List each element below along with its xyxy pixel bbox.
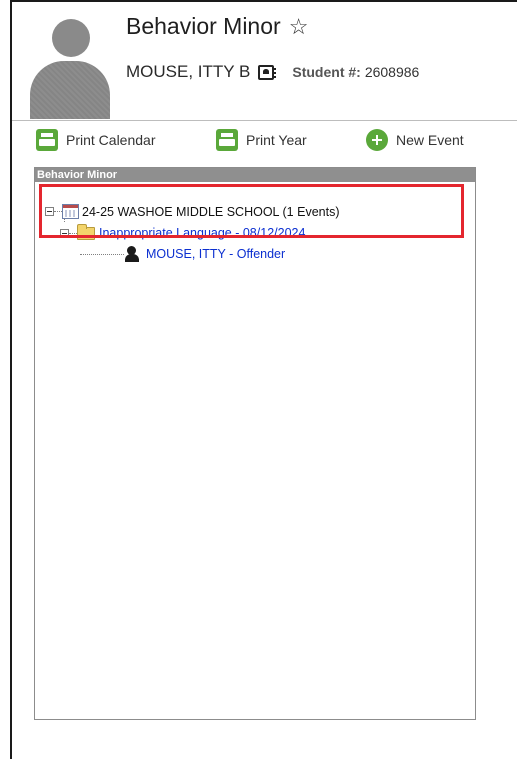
avatar-head [52, 19, 90, 57]
avatar-body [30, 61, 110, 119]
tree-node-participant-link[interactable]: MOUSE, ITTY - Offender [146, 247, 285, 261]
collapse-toggle-icon[interactable] [60, 228, 69, 238]
print-calendar-label: Print Calendar [66, 132, 156, 148]
behavior-tree-panel: Behavior Minor 24-25 WASHOE MIDDLE SCHOO… [34, 167, 476, 720]
print-year-label: Print Year [246, 132, 307, 148]
tree-connector [80, 253, 124, 255]
student-name: MOUSE, ITTY B [126, 62, 251, 81]
student-number-value: 2608986 [364, 64, 420, 80]
star-icon[interactable]: ☆ [289, 14, 309, 40]
student-photo-avatar [30, 19, 110, 119]
tree-connector [54, 211, 62, 212]
header-divider [12, 120, 517, 121]
tree-node-event[interactable]: Inappropriate Language - 08/12/2024 [60, 223, 305, 240]
tree-connector [69, 232, 77, 234]
person-icon [124, 246, 140, 262]
student-number-label: Student #: [292, 64, 361, 80]
printer-icon [36, 129, 58, 151]
behavior-tree: 24-25 WASHOE MIDDLE SCHOOL (1 Events) In… [35, 182, 475, 262]
new-event-button[interactable]: New Event [366, 129, 464, 151]
calendar-icon [62, 204, 79, 219]
tree-node-participant[interactable]: MOUSE, ITTY - Offender [80, 246, 285, 262]
print-year-button[interactable]: Print Year [216, 129, 307, 151]
panel-header: Behavior Minor [35, 168, 475, 182]
tree-node-event-link[interactable]: Inappropriate Language - 08/12/2024 [99, 226, 305, 240]
contact-card-icon[interactable] [258, 64, 277, 80]
student-info-line: MOUSE, ITTY B Student #: 2608986 [126, 62, 517, 82]
print-calendar-button[interactable]: Print Calendar [36, 129, 156, 151]
printer-icon [216, 129, 238, 151]
folder-icon [77, 223, 95, 240]
collapse-toggle-icon[interactable] [45, 207, 54, 216]
page-title-text: Behavior Minor [126, 13, 281, 39]
tree-node-school-label: 24-25 WASHOE MIDDLE SCHOOL (1 Events) [82, 204, 340, 219]
new-event-label: New Event [396, 132, 464, 148]
tree-node-school[interactable]: 24-25 WASHOE MIDDLE SCHOOL (1 Events) [45, 204, 339, 219]
page-title: Behavior Minor ☆ [126, 13, 308, 40]
plus-circle-icon [366, 129, 388, 151]
